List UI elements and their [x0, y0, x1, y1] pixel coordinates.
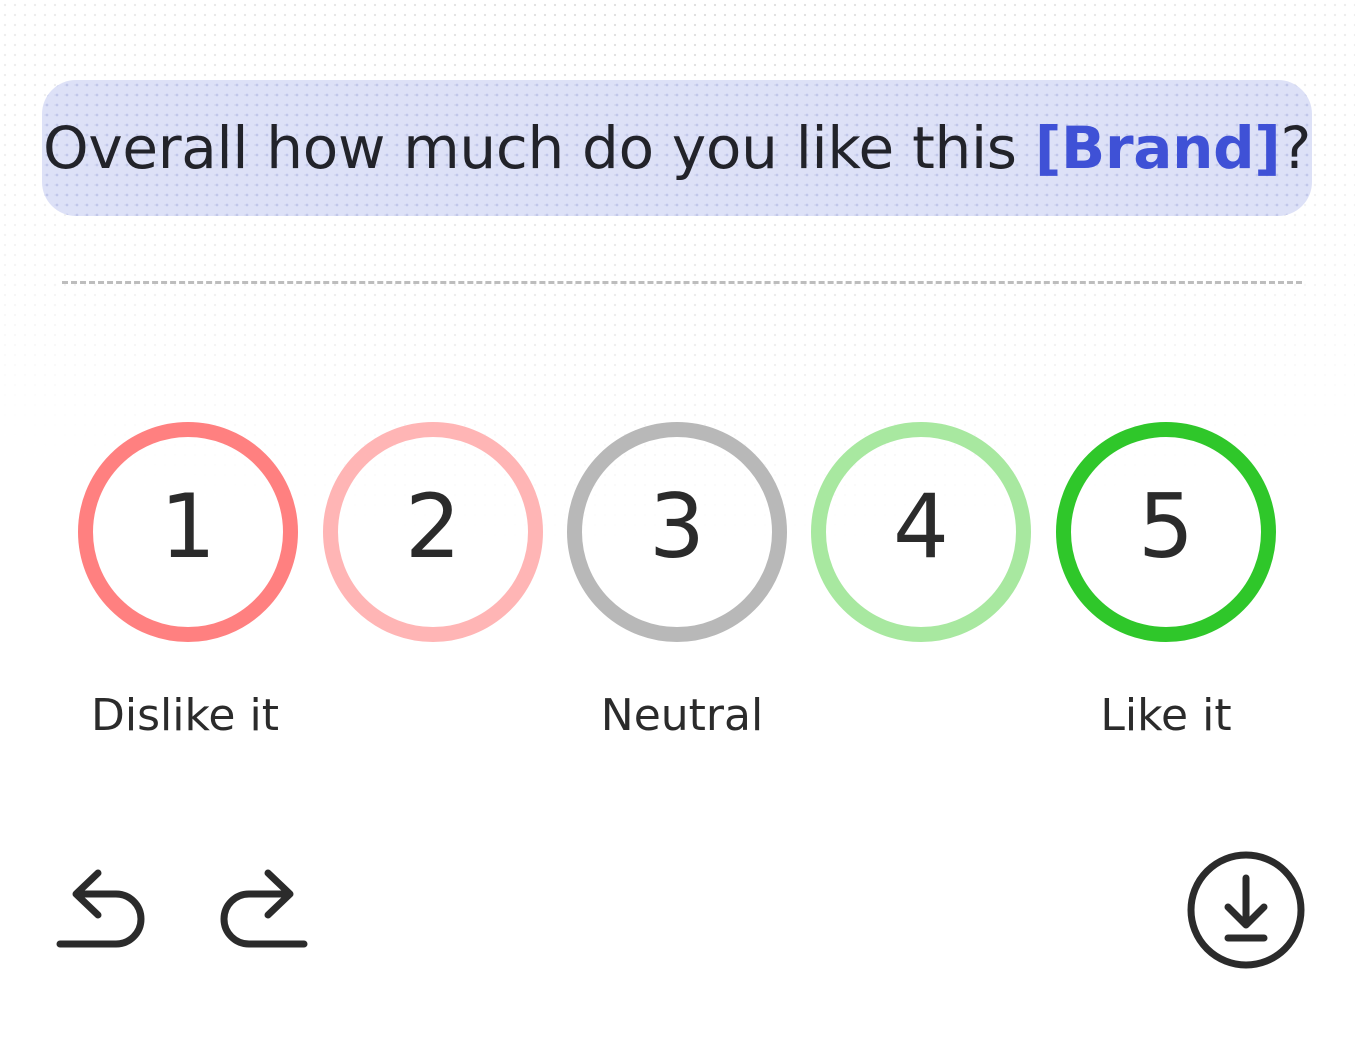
- question-banner: Overall how much do you like this [Brand…: [42, 80, 1312, 216]
- scale-label-mid: Neutral: [600, 690, 764, 741]
- redo-icon[interactable]: [213, 864, 313, 954]
- rating-number: 3: [649, 475, 705, 578]
- rating-number: 5: [1138, 475, 1194, 578]
- rating-option-3[interactable]: 3: [567, 422, 787, 642]
- dashed-divider: [62, 281, 1302, 284]
- scale-label-low: Dislike it: [91, 690, 279, 741]
- brand-placeholder: [Brand]: [1034, 114, 1281, 182]
- rating-number: 2: [405, 475, 461, 578]
- question-suffix: ?: [1280, 114, 1312, 182]
- rating-option-2[interactable]: 2: [323, 422, 543, 642]
- rating-option-1[interactable]: 1: [78, 422, 298, 642]
- rating-number: 1: [160, 475, 216, 578]
- rating-option-5[interactable]: 5: [1056, 422, 1276, 642]
- question-text: Overall how much do you like this [Brand…: [43, 114, 1311, 182]
- scale-label-high: Like it: [1100, 690, 1232, 741]
- rating-number: 4: [893, 475, 949, 578]
- question-prefix: Overall how much do you like this: [42, 114, 1035, 182]
- download-icon[interactable]: [1184, 848, 1308, 972]
- undo-icon[interactable]: [54, 864, 154, 954]
- rating-option-4[interactable]: 4: [811, 422, 1031, 642]
